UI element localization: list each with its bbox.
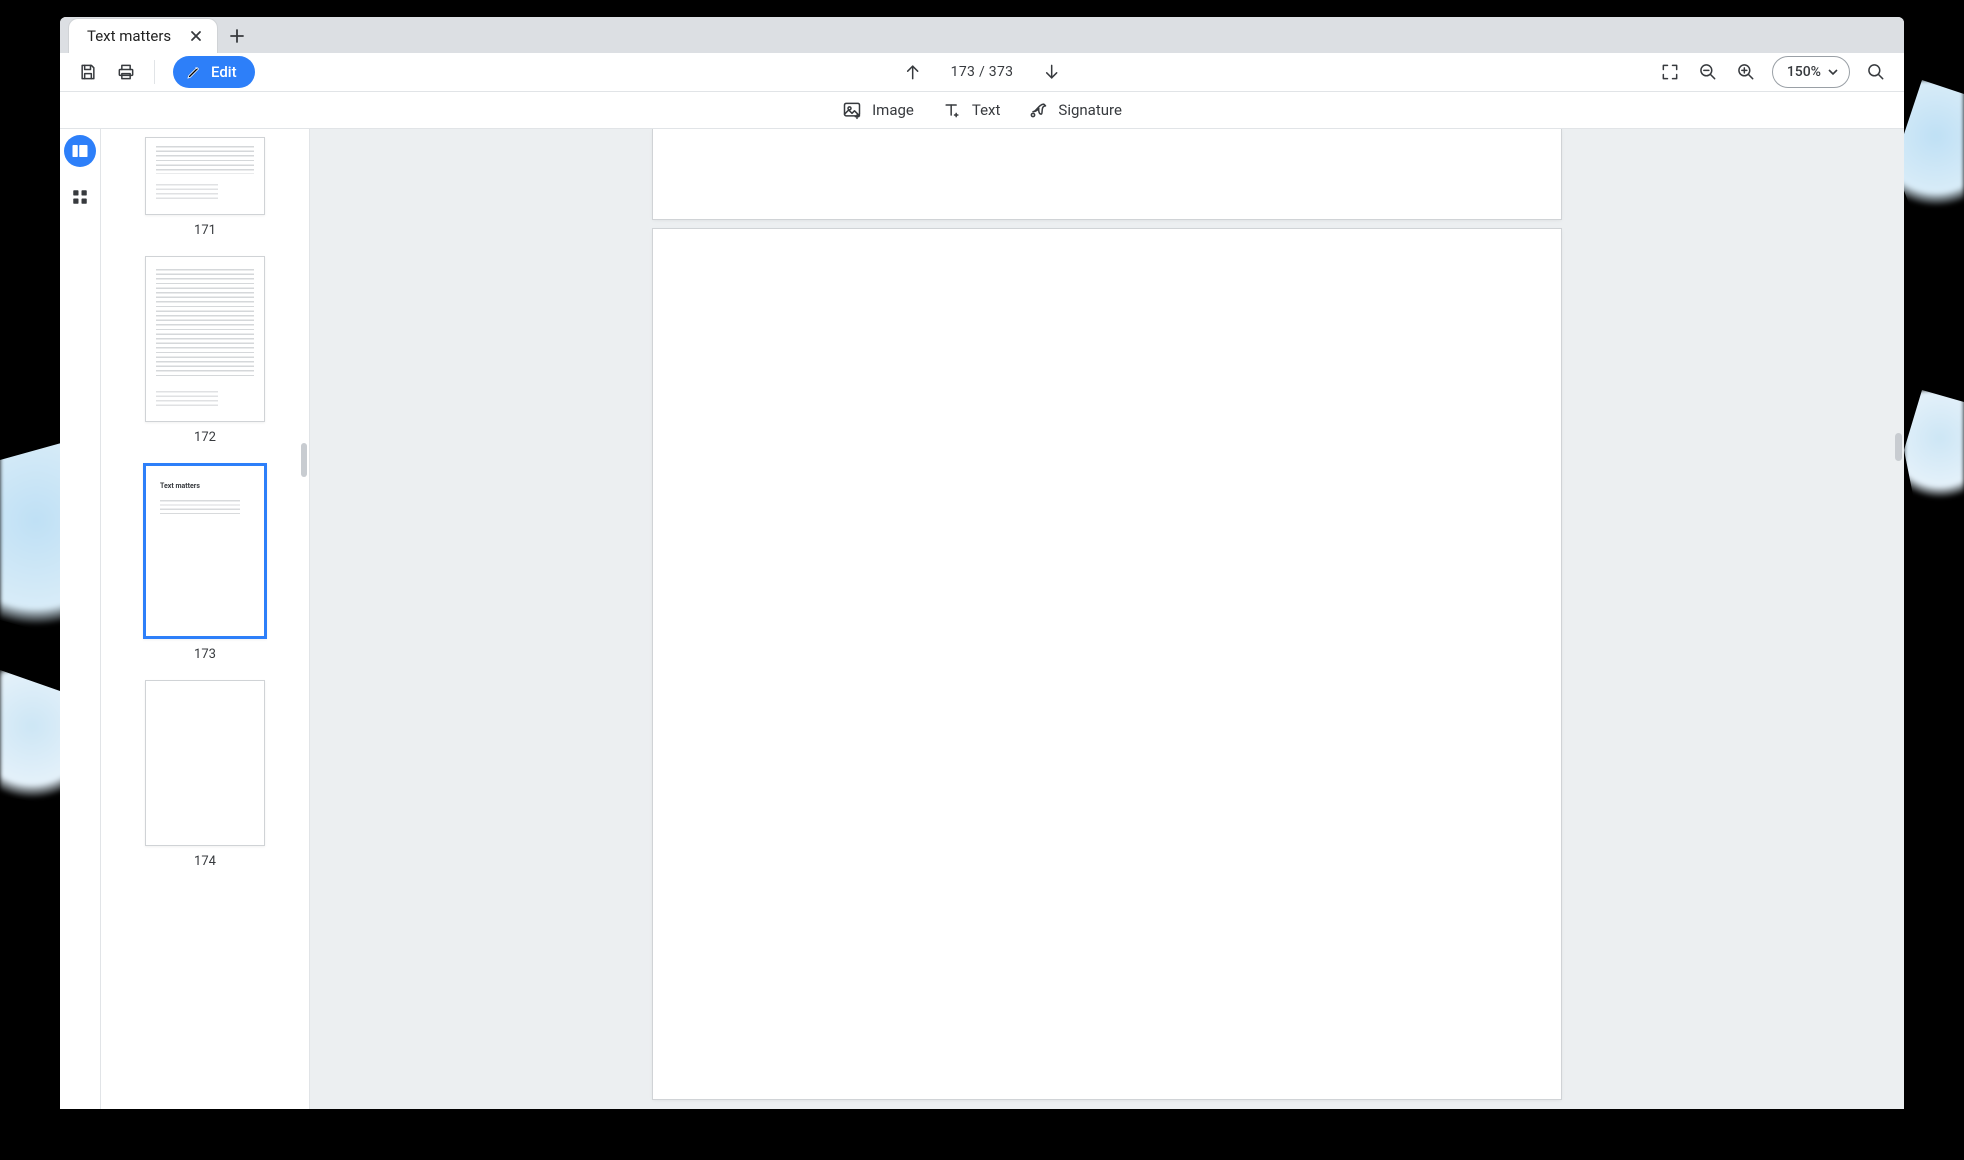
thumbnail-number: 173: [194, 647, 216, 662]
zoom-level-select[interactable]: 150%: [1772, 56, 1850, 88]
text-icon: [942, 100, 962, 120]
save-icon: [78, 62, 98, 82]
tab-document[interactable]: Text matters: [68, 18, 218, 53]
image-icon: [842, 100, 862, 120]
chevron-down-icon: [1827, 66, 1839, 78]
thumbnail-page-171[interactable]: [145, 137, 265, 215]
save-button[interactable]: [72, 56, 104, 88]
thumbnails-panel[interactable]: 171 172 Text matters 173 174: [101, 129, 310, 1109]
insert-text-button[interactable]: Text: [942, 100, 1001, 120]
scrollbar-thumb[interactable]: [301, 443, 307, 477]
scrollbar-thumb[interactable]: [1895, 433, 1902, 461]
thumbnail-item[interactable]: 172: [101, 256, 309, 445]
app-window: Text matters: [60, 17, 1904, 1109]
sidebar-icon: [71, 142, 89, 160]
grid-view-toggle[interactable]: [64, 181, 96, 213]
edit-button[interactable]: Edit: [173, 56, 255, 88]
zoom-in-icon: [1736, 62, 1756, 82]
thumbnail-number: 174: [194, 854, 216, 869]
zoom-level-label: 150%: [1787, 64, 1821, 80]
thumbnail-page-172[interactable]: [145, 256, 265, 422]
insert-signature-label: Signature: [1058, 101, 1122, 119]
toolbar-center-group: 173 / 373: [897, 56, 1068, 88]
rendered-page-current[interactable]: [653, 229, 1561, 1099]
grid-icon: [71, 188, 89, 206]
close-tab-button[interactable]: [185, 25, 207, 47]
toolbar-divider: [154, 60, 155, 84]
main-toolbar: Edit 173 / 373: [60, 53, 1904, 92]
side-rail: [60, 129, 101, 1109]
search-icon: [1866, 62, 1886, 82]
thumbnail-page-174[interactable]: [145, 680, 265, 846]
search-button[interactable]: [1860, 56, 1892, 88]
zoom-in-button[interactable]: [1730, 56, 1762, 88]
arrow-down-icon: [1041, 62, 1061, 82]
print-button[interactable]: [110, 56, 142, 88]
thumbnail-page-173[interactable]: Text matters: [143, 463, 267, 639]
print-icon: [116, 62, 136, 82]
tab-label: Text matters: [87, 27, 171, 45]
toolbar-right-group: 150%: [1654, 56, 1892, 88]
page-indicator[interactable]: 173 / 373: [951, 64, 1014, 80]
thumbnail-content-text: [160, 500, 240, 516]
close-icon: [190, 30, 202, 42]
signature-icon: [1028, 100, 1048, 120]
thumbnail-item[interactable]: 171: [101, 137, 309, 238]
new-tab-button[interactable]: [222, 21, 252, 51]
thumbnails-panel-toggle[interactable]: [64, 135, 96, 167]
thumbnail-item[interactable]: Text matters 173: [101, 463, 309, 662]
insert-image-label: Image: [872, 101, 914, 119]
thumbnail-content-title: Text matters: [160, 482, 200, 490]
background-blob: [1894, 80, 1964, 220]
pencil-icon: [185, 63, 203, 81]
expand-icon: [1660, 62, 1680, 82]
insert-signature-button[interactable]: Signature: [1028, 100, 1122, 120]
plus-icon: [229, 28, 245, 44]
insert-toolbar: Image Text Signature: [60, 92, 1904, 129]
background-blob: [1904, 390, 1964, 510]
workspace: 171 172 Text matters 173 174: [60, 129, 1904, 1109]
toolbar-left-group: Edit: [72, 56, 255, 88]
edit-button-label: Edit: [211, 63, 237, 81]
page-viewer[interactable]: [310, 129, 1904, 1109]
zoom-out-button[interactable]: [1692, 56, 1724, 88]
insert-image-button[interactable]: Image: [842, 100, 914, 120]
previous-page-button[interactable]: [897, 56, 929, 88]
thumbnail-number: 172: [194, 430, 216, 445]
arrow-up-icon: [903, 62, 923, 82]
zoom-out-icon: [1698, 62, 1718, 82]
tab-strip: Text matters: [60, 17, 1904, 53]
thumbnail-item[interactable]: 174: [101, 680, 309, 869]
insert-text-label: Text: [972, 101, 1001, 119]
thumbnail-number: 171: [194, 223, 216, 238]
fullscreen-button[interactable]: [1654, 56, 1686, 88]
next-page-button[interactable]: [1035, 56, 1067, 88]
rendered-page-previous[interactable]: [653, 129, 1561, 219]
